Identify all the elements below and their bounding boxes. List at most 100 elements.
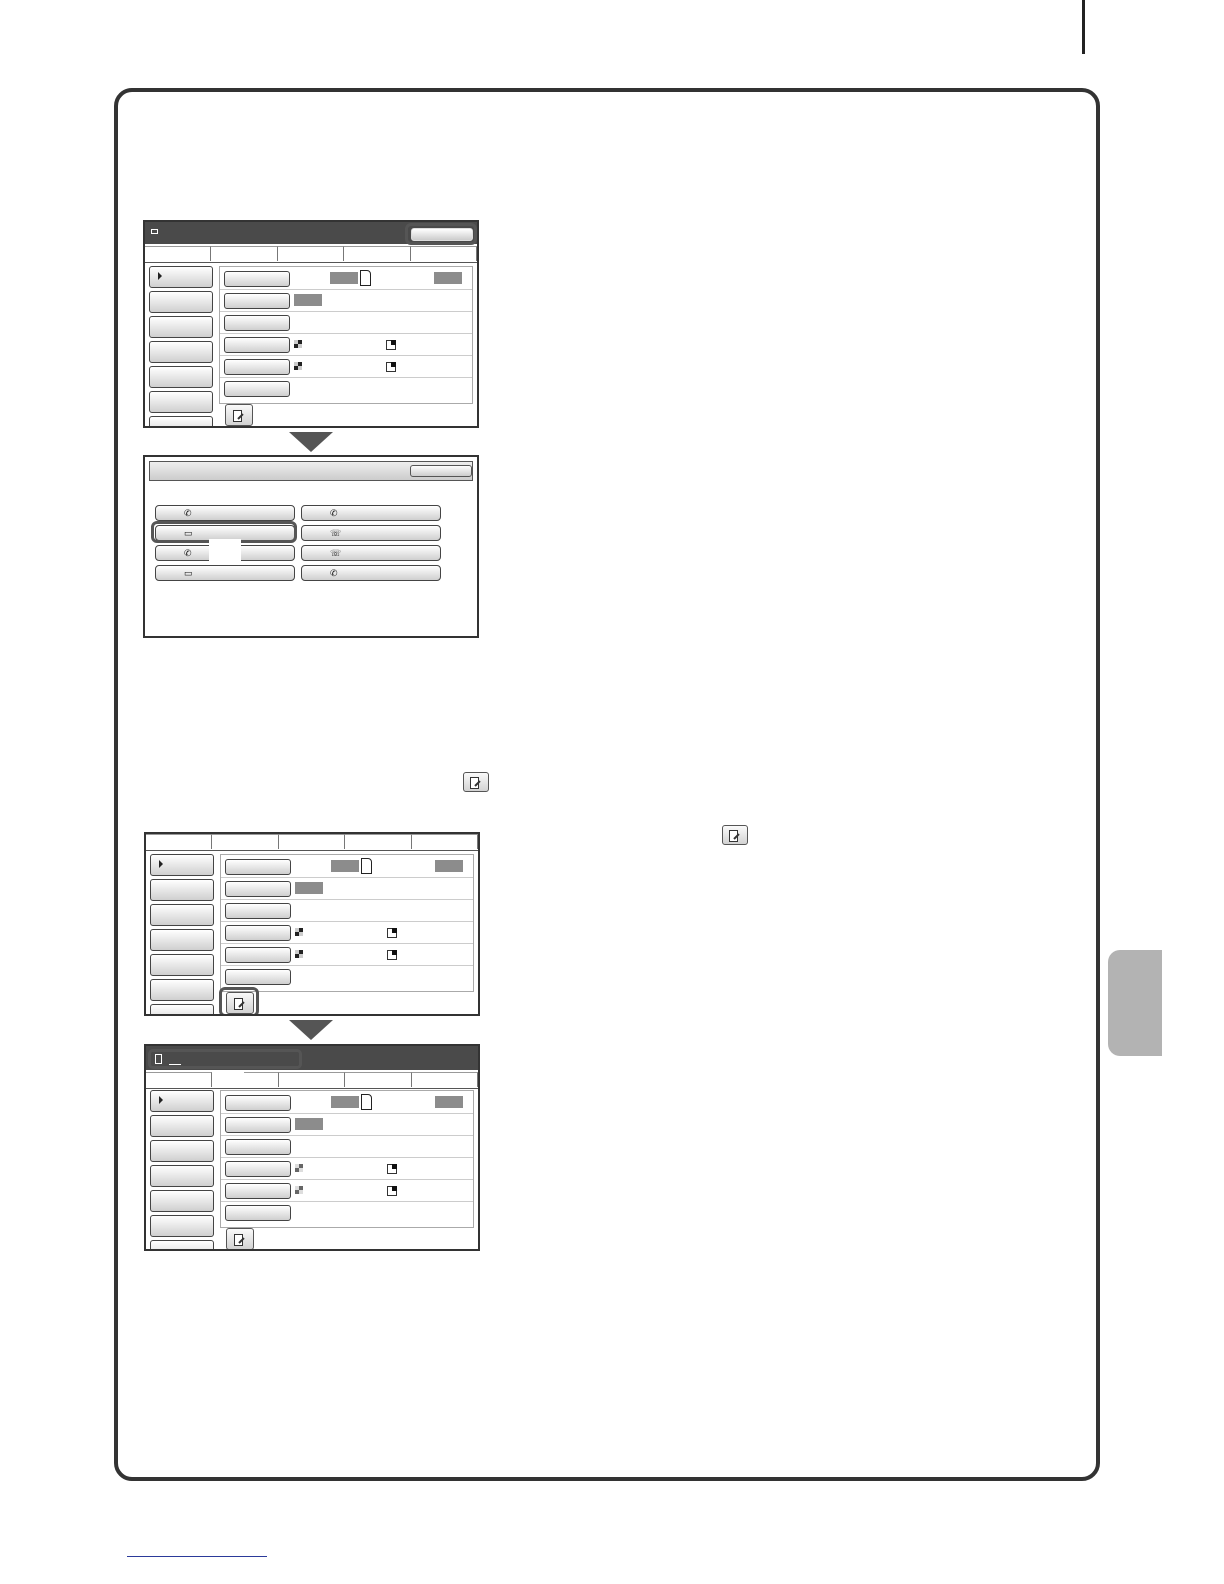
left-menu-button-2[interactable] bbox=[150, 1115, 214, 1137]
arrow-down-icon bbox=[289, 432, 333, 452]
ok-button[interactable] bbox=[410, 465, 472, 477]
settings-row-5 bbox=[221, 1179, 473, 1202]
left-menu-button-6[interactable] bbox=[149, 391, 213, 413]
tab-3[interactable] bbox=[277, 246, 345, 261]
tab-2[interactable] bbox=[211, 246, 278, 261]
settings-button-5[interactable] bbox=[225, 947, 291, 963]
left-menu-button-2[interactable] bbox=[149, 291, 213, 313]
selection-button-5[interactable]: ✆ bbox=[301, 505, 441, 521]
settings-row-6 bbox=[221, 1201, 473, 1223]
left-menu-button-5[interactable] bbox=[150, 1190, 214, 1212]
selection-button-6[interactable]: ☏ bbox=[301, 525, 441, 541]
left-menu-button-6[interactable] bbox=[150, 979, 214, 1001]
settings-button-4[interactable] bbox=[225, 925, 291, 941]
program-register-button[interactable] bbox=[225, 404, 253, 426]
left-menu-button-5[interactable] bbox=[149, 366, 213, 388]
settings-panel bbox=[220, 854, 474, 992]
status-box bbox=[435, 860, 463, 872]
selection-button-1[interactable]: ✆ bbox=[155, 505, 295, 521]
tab-4[interactable] bbox=[345, 834, 412, 849]
left-menu-button-5[interactable] bbox=[150, 954, 214, 976]
settings-button-1[interactable] bbox=[225, 859, 291, 875]
program-register-button[interactable] bbox=[226, 1228, 254, 1249]
settings-row-3 bbox=[221, 1135, 473, 1158]
settings-button-3[interactable] bbox=[225, 903, 291, 919]
resolution-icon bbox=[387, 928, 397, 938]
resolution-icon bbox=[387, 1186, 397, 1196]
settings-button-6[interactable] bbox=[225, 969, 291, 985]
play-icon bbox=[158, 272, 162, 280]
left-menu bbox=[150, 854, 214, 1014]
tab-row bbox=[146, 1072, 478, 1089]
settings-button-6[interactable] bbox=[225, 1205, 291, 1221]
settings-row-3 bbox=[221, 899, 473, 922]
settings-button-6[interactable] bbox=[224, 381, 290, 397]
selection-button-8[interactable]: ✆ bbox=[301, 565, 441, 581]
left-menu-button-3[interactable] bbox=[149, 316, 213, 338]
status-box bbox=[434, 272, 462, 284]
left-menu-button-4[interactable] bbox=[150, 929, 214, 951]
settings-button-3[interactable] bbox=[224, 315, 290, 331]
tab-1[interactable] bbox=[146, 834, 213, 849]
settings-button-1[interactable] bbox=[224, 271, 290, 287]
tab-4[interactable] bbox=[345, 1072, 412, 1087]
tab-2[interactable] bbox=[212, 834, 279, 849]
footer-link-rule[interactable] bbox=[127, 1556, 267, 1557]
settings-row-1 bbox=[220, 267, 472, 290]
settings-button-2[interactable] bbox=[225, 881, 291, 897]
left-menu-button-3[interactable] bbox=[150, 1140, 214, 1162]
settings-button-4[interactable] bbox=[225, 1161, 291, 1177]
left-menu-button-4[interactable] bbox=[150, 1165, 214, 1187]
tab-5[interactable] bbox=[411, 834, 478, 849]
resolution-icon bbox=[387, 1164, 397, 1174]
tab-1[interactable] bbox=[146, 1072, 213, 1087]
tab-1[interactable] bbox=[145, 246, 212, 261]
settings-button-1[interactable] bbox=[225, 1095, 291, 1111]
tab-5[interactable] bbox=[410, 246, 477, 261]
settings-button-3[interactable] bbox=[225, 1139, 291, 1155]
status-box bbox=[330, 272, 358, 284]
tab-5[interactable] bbox=[411, 1072, 478, 1087]
arrow-down-icon bbox=[289, 1020, 333, 1040]
resolution-icon bbox=[387, 950, 397, 960]
settings-row-6 bbox=[220, 377, 472, 399]
phone-forward-icon: ☏ bbox=[330, 548, 342, 558]
paper-icon bbox=[361, 858, 372, 874]
settings-button-5[interactable] bbox=[224, 359, 290, 375]
phone-icon: ✆ bbox=[184, 508, 192, 518]
left-menu-button-1[interactable] bbox=[150, 1090, 214, 1112]
exposure-icon bbox=[295, 950, 303, 958]
tab-3[interactable] bbox=[278, 834, 346, 849]
left-menu-button-6[interactable] bbox=[150, 1215, 214, 1237]
fax-selection-screen: ✆ ▭ ✆ ▭ ✆ ☏ ☏ ✆ bbox=[143, 455, 479, 638]
paper-icon bbox=[360, 270, 371, 286]
left-menu-button-4[interactable] bbox=[149, 341, 213, 363]
settings-row-6 bbox=[221, 965, 473, 987]
settings-row-1 bbox=[221, 855, 473, 878]
selection-button-4[interactable]: ▭ bbox=[155, 565, 295, 581]
resolution-icon bbox=[386, 340, 396, 350]
status-box bbox=[331, 860, 359, 872]
settings-button-2[interactable] bbox=[225, 1117, 291, 1133]
left-menu-button-7[interactable] bbox=[150, 1240, 214, 1249]
tab-3[interactable] bbox=[278, 1072, 346, 1087]
tab-4[interactable] bbox=[344, 246, 411, 261]
selection-button-7[interactable]: ☏ bbox=[301, 545, 441, 561]
text-cursor bbox=[169, 1064, 181, 1065]
settings-button-2[interactable] bbox=[224, 293, 290, 309]
left-menu-button-2[interactable] bbox=[150, 879, 214, 901]
left-menu-button-1[interactable] bbox=[150, 854, 214, 876]
play-icon bbox=[159, 1096, 163, 1104]
settings-row-4 bbox=[221, 1157, 473, 1180]
settings-button-4[interactable] bbox=[224, 337, 290, 353]
status-box bbox=[435, 1096, 463, 1108]
play-icon bbox=[159, 860, 163, 868]
left-menu-button-1[interactable] bbox=[149, 266, 213, 288]
left-menu-button-3[interactable] bbox=[150, 904, 214, 926]
left-menu-button-7[interactable] bbox=[150, 1004, 214, 1014]
settings-row-5 bbox=[221, 943, 473, 966]
settings-button-5[interactable] bbox=[225, 1183, 291, 1199]
left-menu-button-7[interactable] bbox=[149, 416, 213, 426]
program-register-icon bbox=[729, 829, 741, 842]
exposure-icon bbox=[294, 340, 302, 348]
